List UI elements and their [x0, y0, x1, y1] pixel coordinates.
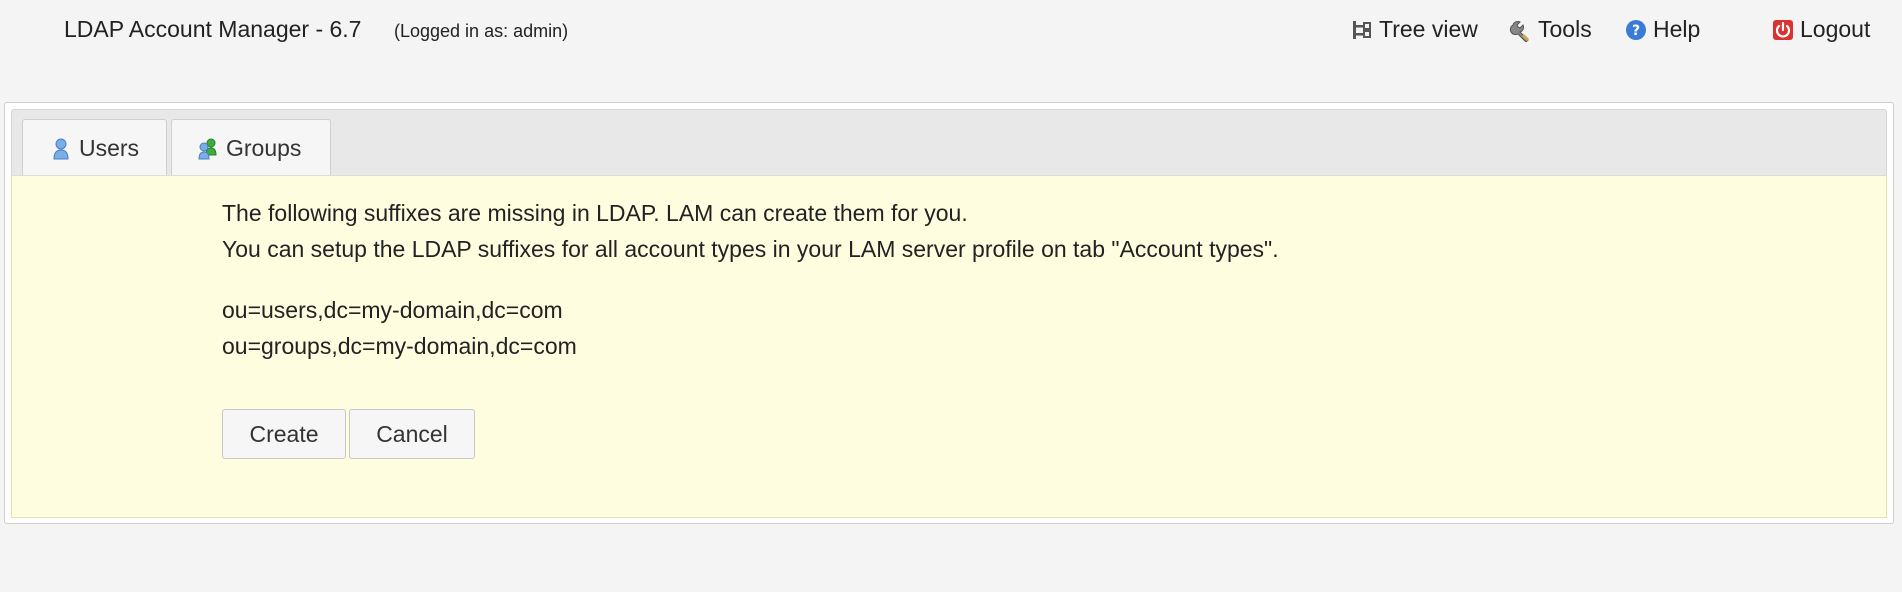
tab-groups-label: Groups [226, 135, 302, 161]
user-icon [53, 138, 69, 159]
help-icon: ? [1626, 19, 1646, 40]
group-icon [198, 138, 217, 159]
tree-view-link[interactable]: Tree view [1350, 16, 1478, 43]
create-button[interactable]: Create [222, 409, 346, 459]
info-message-line-1: The following suffixes are missing in LD… [222, 200, 968, 226]
cancel-button[interactable]: Cancel [349, 409, 475, 459]
top-header: LDAP Account Manager - 6.7 (Logged in as… [0, 0, 1902, 62]
svg-text:?: ? [1632, 23, 1640, 39]
wrench-icon [1509, 20, 1529, 42]
tree-view-icon [1353, 20, 1371, 39]
app-title: LDAP Account Manager - 6.7 [64, 16, 362, 42]
account-type-tabs: Users Groups [11, 109, 1887, 177]
tree-view-label: Tree view [1379, 16, 1478, 42]
main-panel: Users Groups The following suffixes are … [4, 102, 1894, 524]
missing-suffix-item: ou=groups,dc=my-domain,dc=com [222, 333, 577, 359]
missing-suffix-item: ou=users,dc=my-domain,dc=com [222, 297, 563, 323]
logout-link[interactable]: Logout [1771, 16, 1870, 43]
tools-label: Tools [1538, 16, 1592, 42]
tools-link[interactable]: Tools [1509, 16, 1592, 43]
missing-suffixes-content: The following suffixes are missing in LD… [11, 175, 1887, 518]
help-label: Help [1653, 16, 1701, 42]
tab-groups[interactable]: Groups [171, 119, 331, 177]
logged-in-status: (Logged in as: admin) [394, 21, 569, 41]
help-link[interactable]: ? Help [1624, 16, 1700, 43]
logout-label: Logout [1800, 16, 1871, 42]
power-icon [1773, 19, 1793, 40]
tab-users-label: Users [79, 135, 140, 161]
info-message-line-2: You can setup the LDAP suffixes for all … [222, 236, 1279, 262]
tab-users[interactable]: Users [22, 119, 167, 177]
